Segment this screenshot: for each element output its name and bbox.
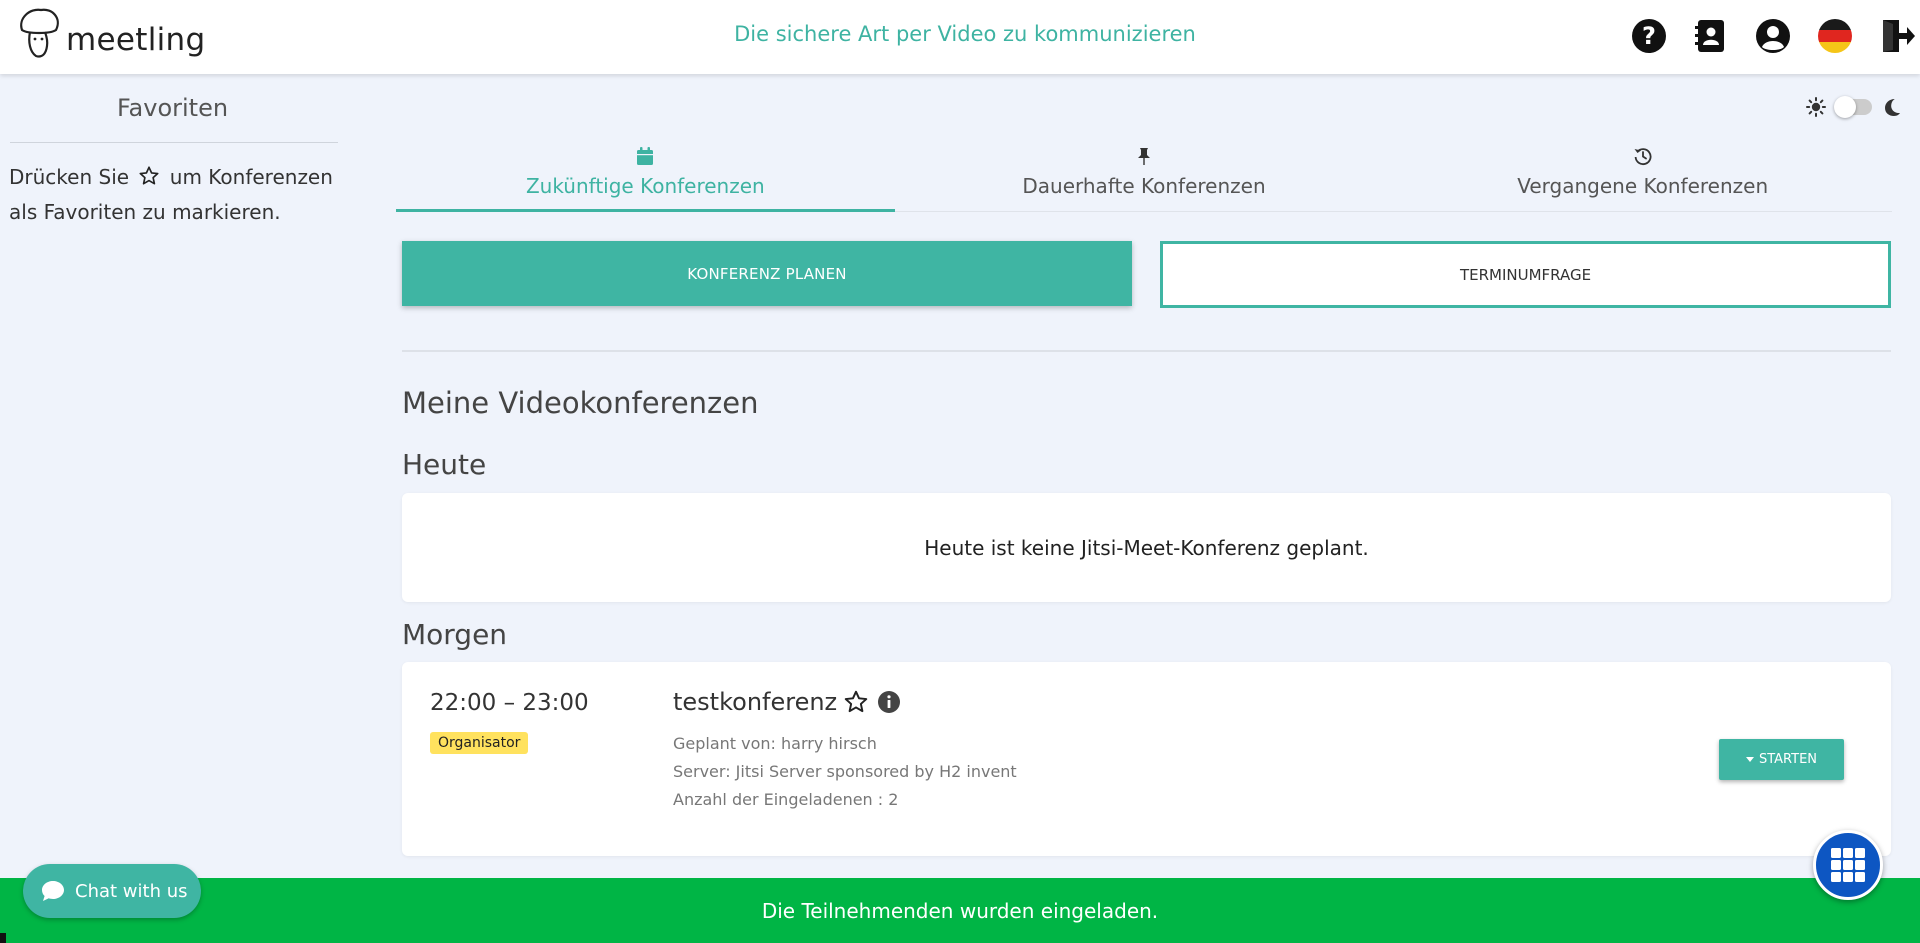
chat-with-us-button[interactable]: Chat with us	[23, 864, 201, 918]
tab-label: Dauerhafte Konferenzen	[1022, 174, 1266, 198]
section-divider	[402, 350, 1891, 352]
help-icon[interactable]: ?	[1630, 17, 1668, 55]
chat-bubble-icon	[42, 881, 64, 901]
chat-label: Chat with us	[75, 880, 188, 902]
switch-knob	[1834, 96, 1856, 118]
today-empty-card: Heute ist keine Jitsi-Meet-Konferenz gep…	[402, 493, 1891, 602]
tab-label: Vergangene Konferenzen	[1517, 174, 1769, 198]
tab-past-conferences[interactable]: Vergangene Konferenzen	[1393, 140, 1892, 211]
tomorrow-heading: Morgen	[402, 618, 508, 651]
conference-details: Geplant von: harry hirsch Server: Jitsi …	[673, 730, 1017, 814]
plan-conference-button[interactable]: KONFERENZ PLANEN	[402, 241, 1132, 306]
dark-mode-switch[interactable]	[1834, 96, 1872, 118]
theme-toggle[interactable]	[1806, 96, 1902, 118]
start-conference-button[interactable]: STARTEN	[1719, 739, 1844, 780]
star-outline-icon	[139, 166, 159, 185]
notice-text: Die Teilnehmenden wurden eingeladen.	[761, 898, 1159, 923]
header-actions: ?	[1606, 17, 1920, 55]
schedule-poll-button[interactable]: TERMINUMFRAGE	[1160, 241, 1891, 308]
logout-icon[interactable]	[1878, 17, 1916, 55]
favorites-title: Favoriten	[116, 94, 229, 122]
today-empty-text: Heute ist keine Jitsi-Meet-Konferenz gep…	[924, 535, 1369, 560]
account-icon[interactable]	[1754, 17, 1792, 55]
info-icon[interactable]	[877, 690, 901, 714]
role-badge: Organisator	[430, 732, 529, 754]
edge-mark	[0, 933, 6, 943]
german-flag-icon[interactable]	[1816, 17, 1854, 55]
planned-by: Geplant von: harry hirsch	[673, 734, 877, 753]
history-icon	[1634, 148, 1652, 166]
server-info: Server: Jitsi Server sponsored by H2 inv…	[673, 762, 1017, 781]
favorite-star-icon[interactable]	[843, 689, 869, 715]
tab-future-conferences[interactable]: Zukünftige Konferenzen	[396, 140, 895, 212]
pin-icon	[1138, 148, 1150, 165]
invitee-count: Anzahl der Eingeladenen : 2	[673, 790, 899, 809]
grid-icon	[1831, 848, 1865, 882]
start-label: STARTEN	[1758, 752, 1818, 767]
conference-time: 22:00 – 23:00	[430, 690, 589, 716]
conference-tabs: Zukünftige Konferenzen Dauerhafte Konfer…	[396, 140, 1892, 212]
today-heading: Heute	[402, 448, 487, 481]
favorites-hint: Drücken Sie um Konferenzen als Favoriten…	[9, 160, 339, 230]
conference-title-row: testkonferenz	[673, 688, 901, 716]
my-conferences-title: Meine Videokonferenzen	[402, 386, 759, 420]
contacts-icon[interactable]	[1692, 17, 1730, 55]
favorites-divider	[10, 142, 338, 143]
top-header: meetling Die sichere Art per Video zu ko…	[0, 0, 1920, 74]
tab-permanent-conferences[interactable]: Dauerhafte Konferenzen	[895, 140, 1394, 211]
svg-text:?: ?	[1642, 22, 1656, 50]
moon-icon	[1885, 99, 1900, 116]
caret-down-icon	[1745, 757, 1754, 762]
favorites-hint-before: Drücken Sie	[9, 165, 130, 189]
sun-icon	[1806, 97, 1826, 117]
invitation-notice: Die Teilnehmenden wurden eingeladen.	[0, 878, 1920, 943]
conference-title[interactable]: testkonferenz	[673, 688, 837, 716]
tab-label: Zukünftige Konferenzen	[525, 174, 765, 198]
conference-card: 22:00 – 23:00 Organisator testkonferenz …	[402, 662, 1891, 856]
calendar-icon	[637, 147, 654, 165]
apps-grid-button[interactable]	[1813, 830, 1883, 900]
